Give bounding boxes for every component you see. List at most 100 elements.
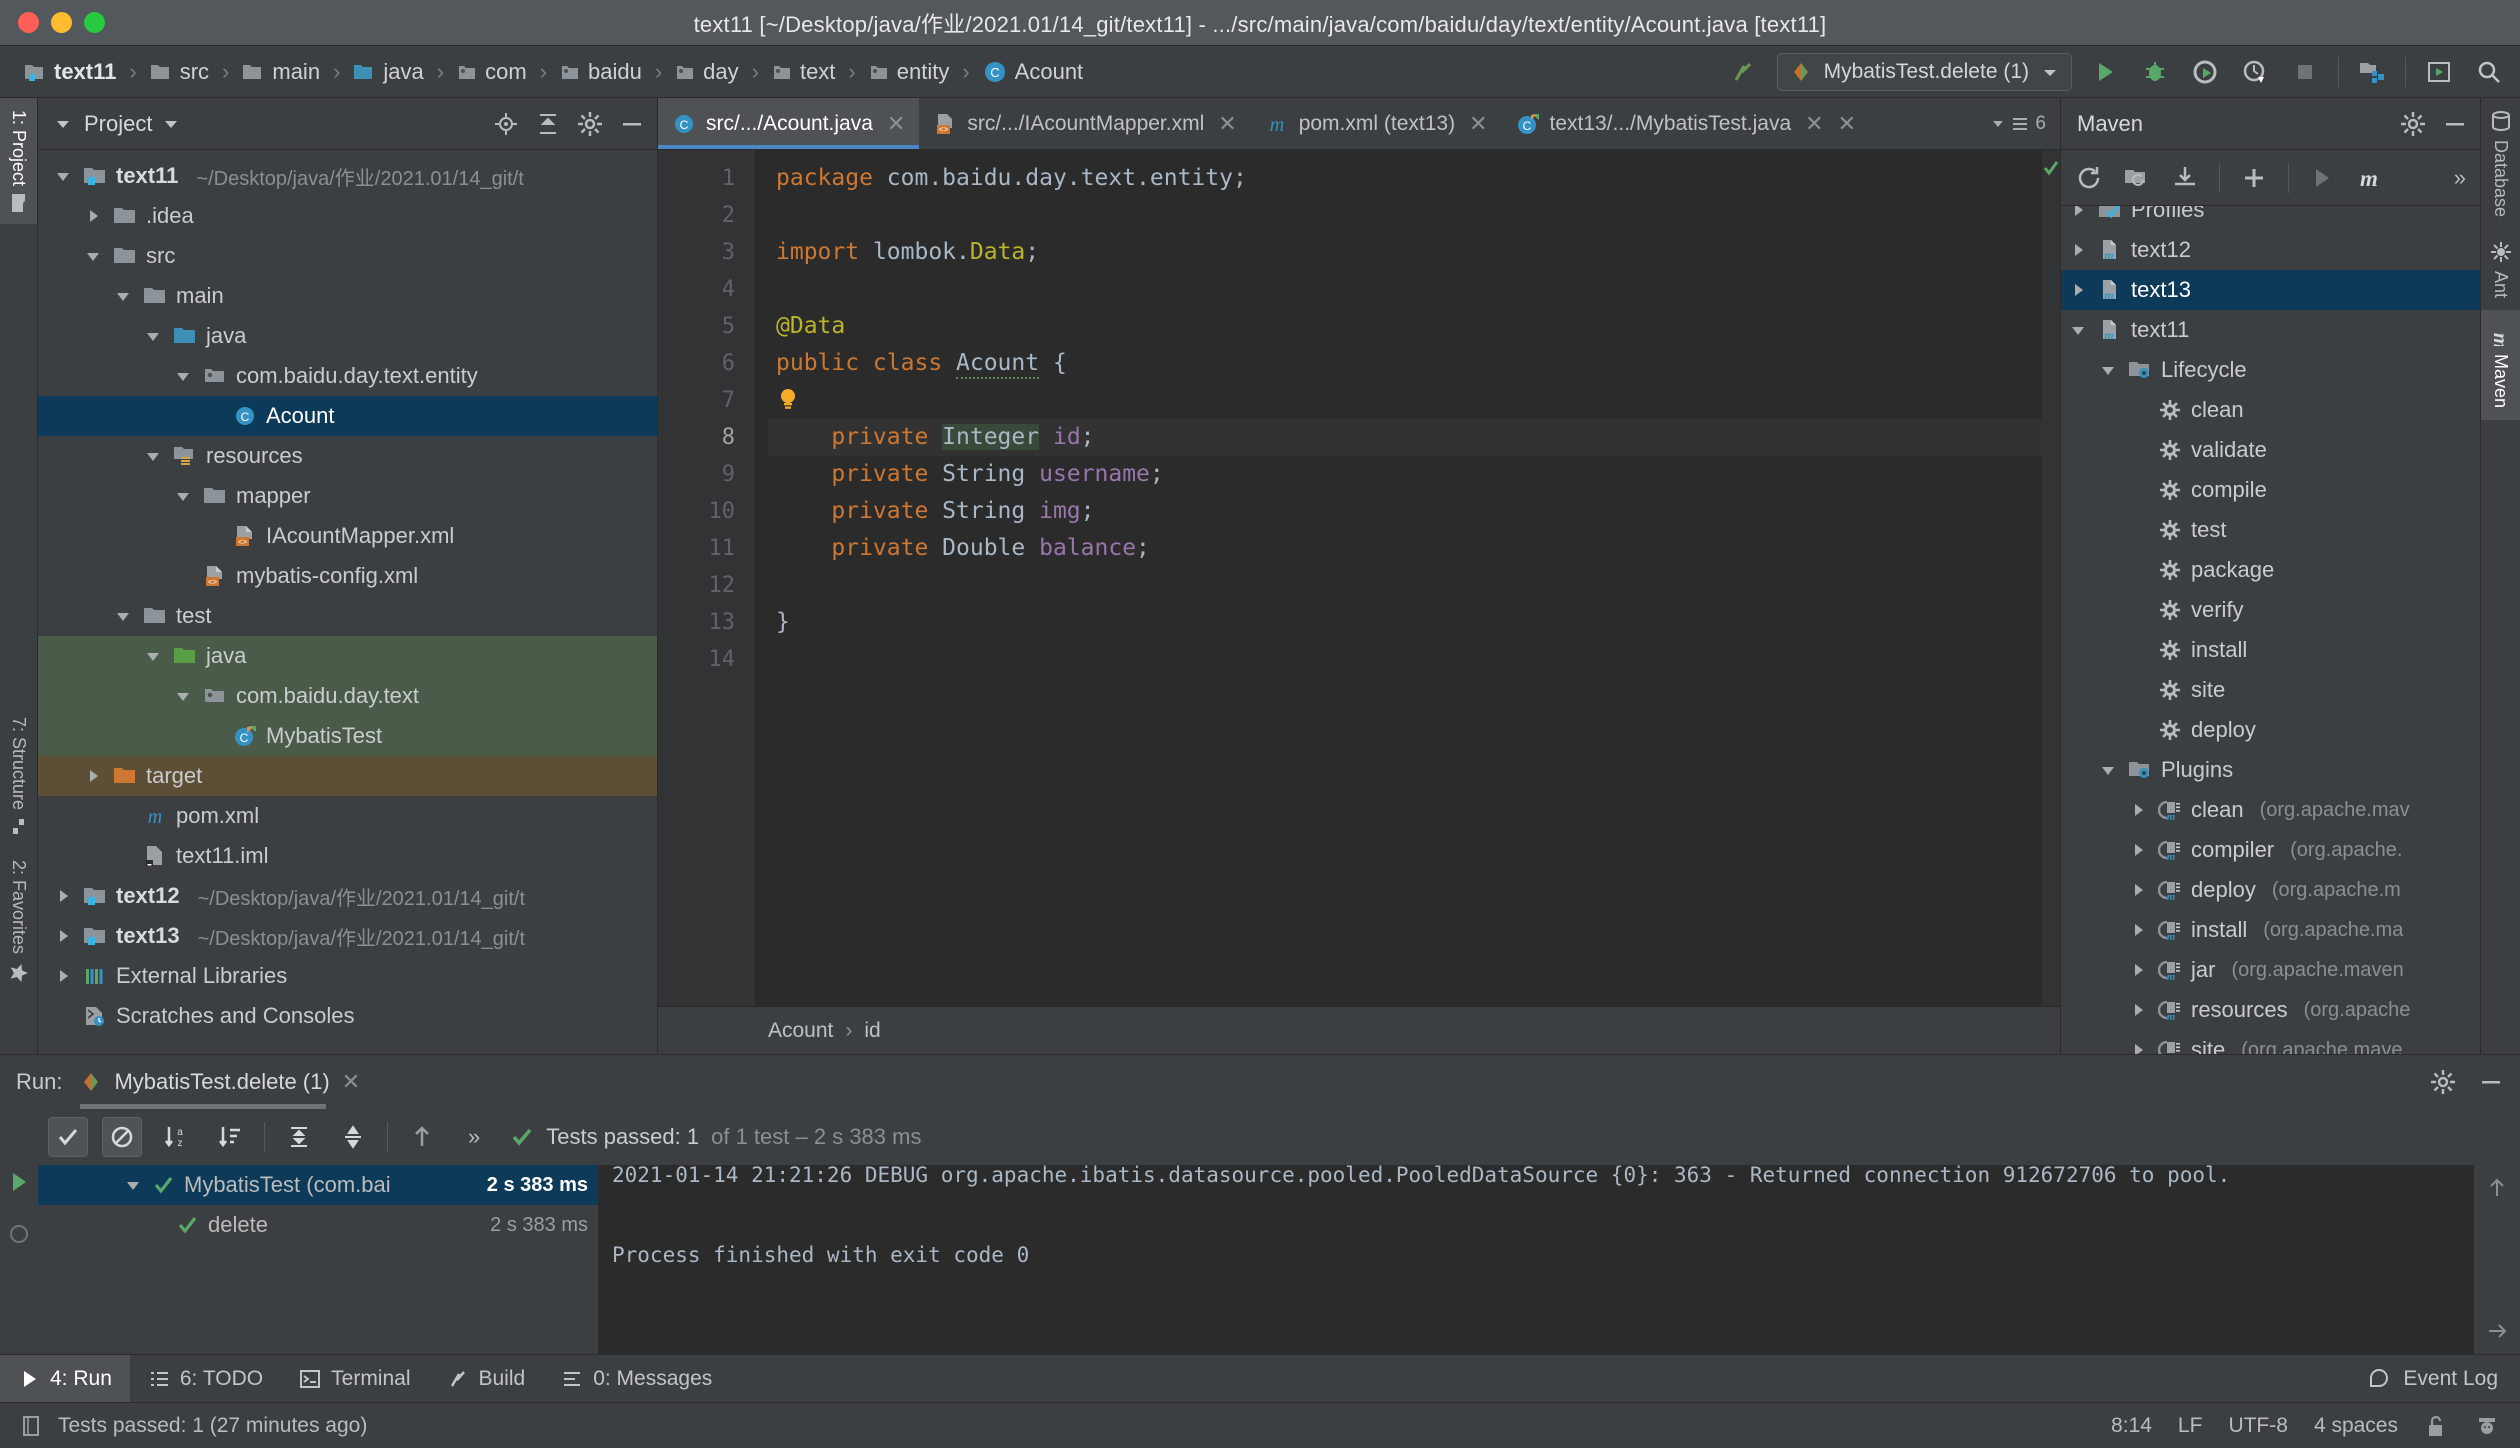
close-tab-icon-extra[interactable]: ✕ [1838, 111, 1856, 137]
code-line[interactable]: } [768, 604, 2060, 641]
project-tree-row[interactable]: java [38, 316, 657, 356]
editor-tab-mybatistest-java[interactable]: C text13/.../MybatisTest.java ✕ ✕ [1502, 98, 1870, 149]
twisty-expanded-icon[interactable] [112, 288, 134, 304]
code-line[interactable]: private Integer id; [768, 419, 2060, 456]
maven-tree-row[interactable]: m jar (org.apache.maven [2061, 950, 2480, 990]
line-number[interactable]: 6 [658, 345, 735, 382]
editor-breadcrumb[interactable]: Acount › id [658, 1006, 2060, 1054]
tab-list-icon[interactable] [2011, 115, 2029, 133]
maven-tree-row[interactable]: m install (org.apache.ma [2061, 910, 2480, 950]
hide-icon[interactable] [2442, 111, 2468, 137]
maven-tree-row[interactable]: compile [2061, 470, 2480, 510]
breadcrumb-field[interactable]: id [864, 1019, 880, 1043]
twisty-expanded-icon[interactable] [172, 488, 194, 504]
editor-tab-iacountmapper-xml[interactable]: <> src/.../IAcountMapper.xml ✕ [919, 98, 1250, 149]
code-line[interactable] [768, 271, 2060, 308]
hide-ignored-toggle[interactable] [102, 1117, 142, 1157]
error-stripe-marker[interactable] [2042, 150, 2060, 1006]
breadcrumb-class[interactable]: Acount [768, 1019, 833, 1043]
line-number[interactable]: 1 [658, 160, 735, 197]
twisty-collapsed-icon[interactable] [2127, 1041, 2149, 1054]
update-project-icon[interactable] [2355, 55, 2389, 89]
maven-tree-row[interactable]: test [2061, 510, 2480, 550]
nav-crumb-day[interactable]: day [669, 56, 744, 88]
lock-open-icon[interactable] [2424, 1413, 2448, 1439]
sidebar-tab-maven[interactable]: m Maven [2480, 310, 2520, 421]
test-tree-row[interactable]: delete 2 s 383 ms [38, 1205, 598, 1245]
collapse-all-icon[interactable] [535, 111, 561, 137]
chevron-down-icon[interactable] [1991, 118, 2005, 130]
line-number[interactable]: 10 [658, 493, 736, 530]
reload-icon[interactable] [2075, 164, 2103, 192]
code-line[interactable] [768, 641, 2060, 678]
prev-failed-button[interactable] [402, 1117, 442, 1157]
caret-position[interactable]: 8:14 [2111, 1414, 2152, 1438]
code-line[interactable]: import lombok.Data; [768, 234, 2060, 271]
minimize-window-button[interactable] [51, 12, 72, 33]
line-number[interactable]: 12 [658, 567, 736, 604]
twisty-collapsed-icon[interactable] [2127, 921, 2149, 939]
maven-tree-row[interactable]: clean [2061, 390, 2480, 430]
tool-tab-build[interactable]: Build [429, 1355, 544, 1402]
twisty-expanded-icon[interactable] [142, 648, 164, 664]
run-configuration-selector[interactable]: MybatisTest.delete (1) [1776, 52, 2072, 91]
run-icon[interactable] [2309, 165, 2335, 191]
file-encoding[interactable]: UTF-8 [2228, 1414, 2288, 1438]
twisty-expanded-icon[interactable] [172, 688, 194, 704]
hide-icon[interactable] [2478, 1069, 2504, 1095]
maven-tree[interactable]: Profiles m text12 m text13 m text11 Lifecycle cl… [2061, 206, 2480, 1054]
code-line[interactable]: package com.baidu.day.text.entity; [768, 160, 2060, 197]
chevron-down-icon[interactable] [162, 117, 180, 131]
twisty-expanded-icon[interactable] [142, 448, 164, 464]
line-number[interactable]: 2 [658, 197, 735, 234]
maven-tree-row[interactable]: m text13 [2061, 270, 2480, 310]
close-icon[interactable]: ✕ [342, 1069, 360, 1095]
settings-icon[interactable] [2400, 111, 2426, 137]
expand-all-button[interactable] [279, 1117, 319, 1157]
sidebar-tab-ant[interactable]: Ant [2482, 229, 2520, 310]
twisty-collapsed-icon[interactable] [2067, 281, 2089, 299]
project-tree-row[interactable]: <> mybatis-config.xml [38, 556, 657, 596]
twisty-collapsed-icon[interactable] [2127, 801, 2149, 819]
twisty-collapsed-icon[interactable] [82, 767, 104, 785]
twisty-expanded-icon[interactable] [142, 328, 164, 344]
close-tab-icon[interactable]: ✕ [1469, 111, 1487, 137]
project-tree-row[interactable]: <> IAcountMapper.xml [38, 516, 657, 556]
line-number[interactable]: 3 [658, 234, 735, 271]
nav-crumb-main[interactable]: main [236, 56, 326, 88]
close-window-button[interactable] [18, 12, 39, 33]
line-number[interactable]: 7 [658, 382, 735, 419]
profile-button[interactable] [2238, 55, 2272, 89]
hide-icon[interactable] [619, 111, 645, 137]
run-coverage-button[interactable] [2188, 55, 2222, 89]
project-tree-row[interactable]: C Acount [38, 396, 657, 436]
status-notification-icon[interactable] [20, 1414, 42, 1438]
maven-tree-row[interactable]: validate [2061, 430, 2480, 470]
line-number[interactable]: 5 [658, 308, 735, 345]
nav-crumb-java[interactable]: java [347, 56, 429, 88]
line-number[interactable]: 13 [658, 604, 736, 641]
nav-crumb-com[interactable]: com [451, 56, 533, 88]
sidebar-tab-favorites[interactable]: 2: Favorites [0, 848, 38, 996]
run-session-tab[interactable]: MybatisTest.delete (1) ✕ [80, 1055, 360, 1109]
expand-console-icon[interactable] [2486, 1320, 2508, 1342]
line-number[interactable]: 9 [658, 456, 735, 493]
tool-tab-messages[interactable]: 0: Messages [543, 1355, 730, 1402]
tool-tab-run[interactable]: 4: Run [0, 1355, 130, 1402]
nav-crumb-baidu[interactable]: baidu [554, 56, 648, 88]
rerun-icon[interactable] [6, 1169, 32, 1195]
editor-tabs-overflow[interactable]: 6 [1991, 98, 2060, 149]
editor-tab-pom-xml[interactable]: m pom.xml (text13) ✕ [1251, 98, 1502, 149]
line-number[interactable]: 14 [658, 641, 736, 678]
tool-tab-terminal[interactable]: Terminal [281, 1355, 428, 1402]
maven-tree-row[interactable]: site [2061, 670, 2480, 710]
indent-setting[interactable]: 4 spaces [2314, 1414, 2398, 1438]
twisty-expanded-icon[interactable] [52, 168, 74, 184]
close-tab-icon[interactable]: ✕ [1805, 111, 1823, 137]
select-opened-file-icon[interactable] [2422, 55, 2456, 89]
code-editor[interactable]: 1 2 3 4 5 6 7 8 9 10 11 12 13 14 package com.baidu.da… [658, 150, 2060, 1006]
twisty-collapsed-icon[interactable] [2067, 206, 2089, 219]
build-icon[interactable] [1727, 55, 1761, 89]
line-separator[interactable]: LF [2178, 1414, 2203, 1438]
code-line[interactable] [768, 567, 2060, 604]
